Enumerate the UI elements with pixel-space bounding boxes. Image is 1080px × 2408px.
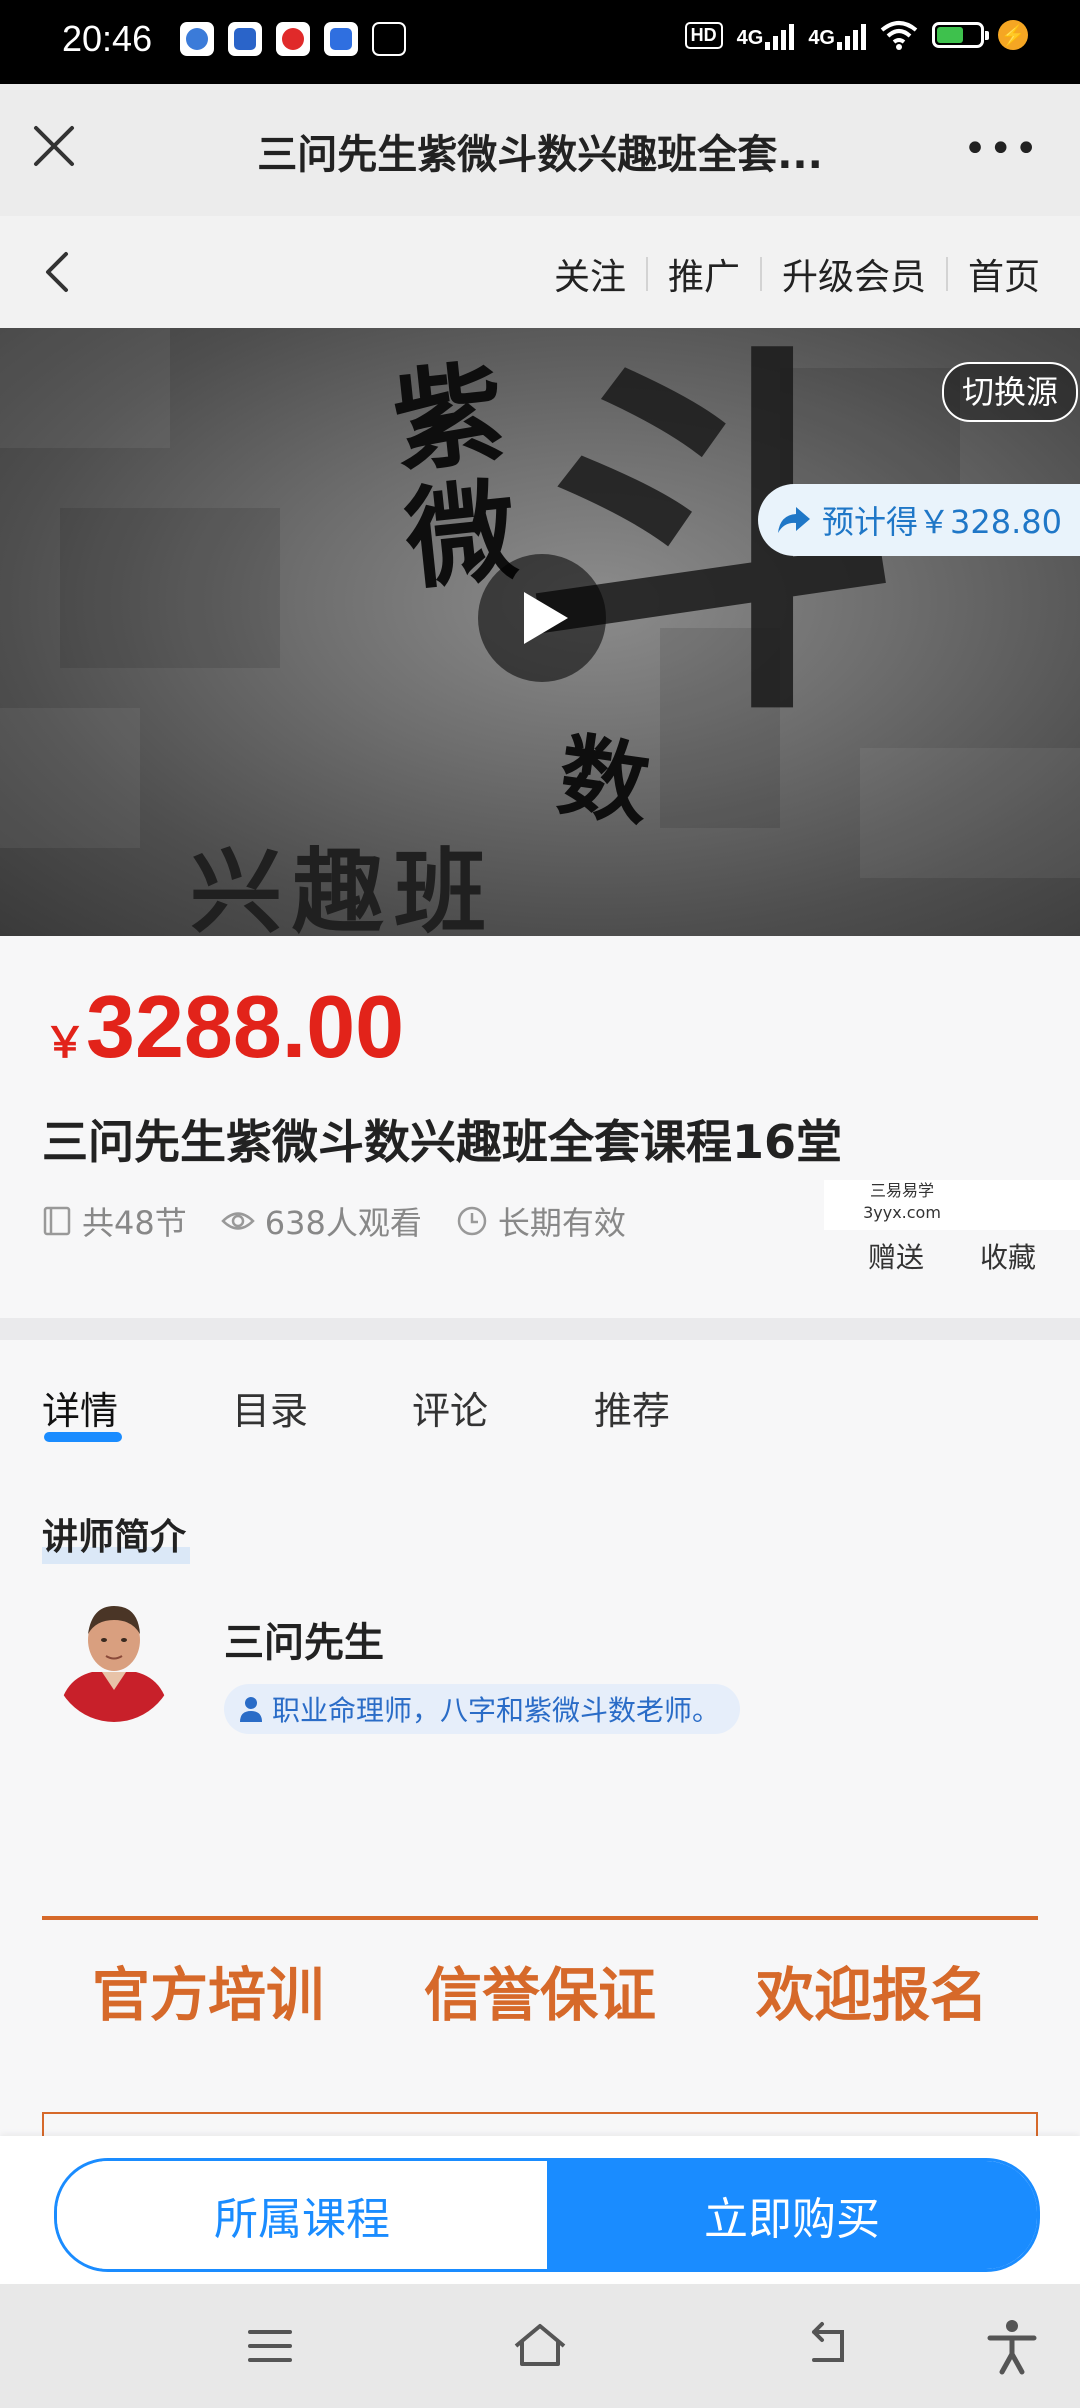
price-value: 3288.00: [86, 977, 405, 1076]
back-arrow-icon[interactable]: [36, 248, 84, 296]
orange-divider: [42, 1916, 1038, 1920]
buy-now-button[interactable]: 立即购买: [547, 2161, 1037, 2269]
tab-catalog[interactable]: 目录: [232, 1380, 308, 1435]
lessons-count: 共48节: [42, 1198, 187, 1244]
close-icon[interactable]: [28, 120, 80, 172]
clock-icon: [457, 1206, 487, 1236]
follow-link[interactable]: 关注: [534, 248, 646, 300]
teacher-description: 职业命理师，八字和紫微斗数老师。: [224, 1684, 741, 1734]
action-buttons: 所属课程 立即购买: [54, 2158, 1040, 2272]
status-indicators: HD 4G 4G ⚡: [684, 20, 1028, 50]
tab-recommend[interactable]: 推荐: [594, 1380, 670, 1435]
cover-texture: [0, 708, 140, 848]
cover-texture: [0, 328, 170, 448]
share-earn-button[interactable]: 预计得￥328.80: [758, 484, 1080, 556]
charging-icon: ⚡: [998, 20, 1028, 50]
watermark: 三易易学 3yyx.com: [824, 1180, 1080, 1230]
menu-icon[interactable]: [240, 2316, 300, 2376]
course-meta: 共48节 638人观看 长期有效: [42, 1198, 626, 1244]
section-divider: [0, 1318, 1080, 1340]
cover-calligraphy: 兴趣班: [190, 838, 497, 936]
product-actions: 赠送 收藏: [868, 1236, 1036, 1276]
product-info: ￥3288.00 三问先生紫微斗数兴趣班全套课程16堂 共48节 638人观看 …: [0, 936, 1080, 1318]
eye-icon: [220, 1212, 255, 1230]
bottom-action-bar: 所属课程 立即购买: [0, 2136, 1080, 2284]
currency-symbol: ￥: [44, 1019, 87, 1066]
hd-voice-icon: HD: [684, 21, 723, 49]
detail-tabs: 详情 目录 评论 推荐: [0, 1340, 1080, 1473]
gift-button[interactable]: 赠送: [868, 1236, 924, 1276]
battery-icon: [932, 22, 989, 48]
validity: 长期有效: [456, 1198, 626, 1244]
slogan: 官方培训: [91, 1961, 324, 2029]
clock: 20:46: [62, 18, 153, 59]
lessons-icon: [43, 1206, 71, 1236]
teacher-name: 三问先生: [224, 1620, 384, 1666]
sim1-network: 4G: [737, 20, 795, 50]
wifi-icon: [880, 21, 918, 50]
cover-texture: [860, 748, 1080, 878]
slogan: 信誉保证: [423, 1961, 656, 2029]
slogan: 欢迎报名: [755, 1961, 988, 2029]
tab-details[interactable]: 详情: [42, 1380, 118, 1435]
section-title: 讲师简介: [42, 1508, 191, 1564]
system-navigation-bar: [0, 2284, 1080, 2408]
status-bar: 20:46 HD 4G 4G ⚡: [0, 0, 1080, 84]
play-icon: [524, 592, 568, 644]
person-icon: [240, 1697, 262, 1722]
active-tab-indicator: [44, 1432, 122, 1442]
back-icon[interactable]: [796, 2316, 856, 2376]
avatar: [52, 1594, 176, 1722]
accessibility-icon[interactable]: [982, 2316, 1042, 2376]
switch-source-button[interactable]: 切换源: [941, 362, 1078, 422]
more-menu-icon[interactable]: •••: [963, 126, 1040, 172]
share-arrow-icon: [778, 507, 811, 533]
sim2-network: 4G: [808, 20, 866, 50]
site-nav-bar: 关注 推广 升级会员 首页: [0, 216, 1080, 329]
notification-icons: [180, 22, 406, 56]
promote-link[interactable]: 推广: [648, 248, 760, 300]
cat-icon: [372, 22, 406, 56]
app-icon: [228, 22, 262, 56]
page-title: 三问先生紫微斗数兴趣班全套...: [257, 132, 823, 178]
bank-icon: [276, 22, 310, 56]
baidu-netdisk-icon: [180, 22, 214, 56]
slogans: 官方培训 信誉保证 欢迎报名: [42, 1948, 1038, 2032]
detail-content: 讲师简介 三问先生 职业命理师，八字和紫微斗数老师。 官方培训 信誉保证 欢迎报…: [0, 1472, 1080, 2154]
course-button[interactable]: 所属课程: [57, 2161, 547, 2269]
upgrade-membership-link[interactable]: 升级会员: [762, 248, 946, 300]
price: ￥3288.00: [44, 976, 404, 1078]
cover-calligraphy: 数: [551, 722, 656, 840]
home-link[interactable]: 首页: [948, 248, 1060, 300]
signal-icon: [837, 20, 866, 50]
favorite-button[interactable]: 收藏: [980, 1236, 1036, 1276]
signal-icon: [765, 20, 795, 50]
browser-title-bar: 三问先生紫微斗数兴趣班全套... •••: [0, 84, 1080, 216]
cover-texture: [60, 508, 280, 668]
tab-comments[interactable]: 评论: [412, 1380, 488, 1435]
baidu-icon: [324, 22, 358, 56]
earn-text: 预计得￥328.80: [822, 503, 1062, 541]
views-count: 638人观看: [220, 1198, 422, 1244]
video-player[interactable]: 斗 紫微 数 兴趣班 切换源 预计得￥328.80: [0, 328, 1080, 936]
play-button[interactable]: [478, 554, 606, 682]
home-icon[interactable]: [510, 2316, 570, 2376]
nav-links: 关注 推广 升级会员 首页: [534, 248, 1060, 300]
course-title: 三问先生紫微斗数兴趣班全套课程16堂: [42, 1115, 843, 1169]
